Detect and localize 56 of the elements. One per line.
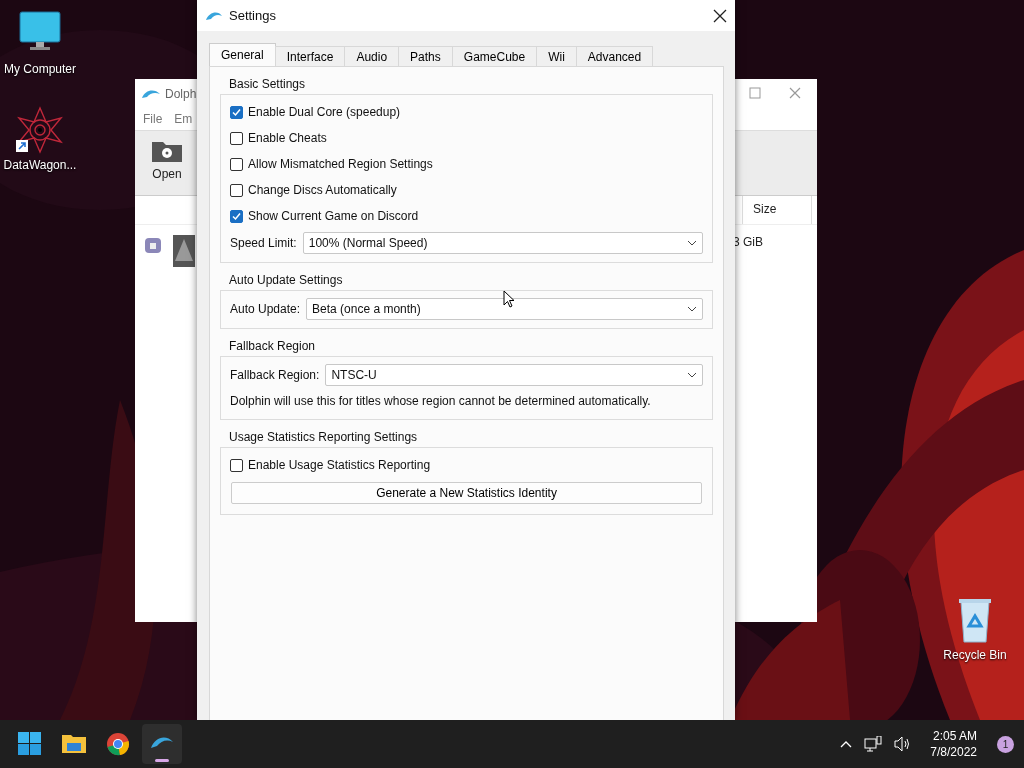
check-icon [232,107,241,117]
menu-item[interactable]: Em [174,112,193,126]
start-icon [18,732,42,756]
checkbox-label[interactable]: Allow Mismatched Region Settings [248,157,433,171]
desktop-icon-label[interactable]: DataWagon... [3,158,77,172]
check-icon [232,211,241,221]
browser-icon [106,732,130,756]
checkbox[interactable] [230,458,243,472]
checkbox[interactable] [230,157,243,171]
pointer-icon [503,290,515,308]
disc-folder-icon [151,139,183,163]
generate-button[interactable]: Generate a New Statistics Identity [231,482,702,504]
checkbox-label[interactable]: Enable Dual Core (speedup) [248,105,401,119]
chevron-up-icon[interactable] [840,740,853,748]
field-label: Fallback Region: [230,367,320,382]
game-cover-icon [173,235,195,267]
chevron-down-icon [687,371,697,378]
desktop-icon-label[interactable]: My Computer [4,62,76,76]
group-title: Auto Update Settings [228,273,344,289]
dropdown[interactable]: Beta (once a month) [306,297,703,320]
star-icon [16,106,64,154]
toolbar-label[interactable]: Open [152,167,182,181]
checkbox-label[interactable]: Enable Cheats [248,131,327,145]
group-title: Usage Statistics Reporting Settings [228,430,419,446]
checkbox-label[interactable]: Change Discs Automatically [248,183,397,197]
window-title: Dolph [165,86,197,101]
checkbox-label[interactable]: Enable Usage Statistics Reporting [248,458,431,472]
checkbox-label[interactable]: Show Current Game on Discord [248,209,419,223]
tab[interactable]: Advanced [575,46,654,66]
network-icon[interactable] [864,736,883,752]
chevron-down-icon [687,305,697,312]
group-title: Fallback Region [228,339,317,355]
chevron-down-icon [687,239,697,246]
tab[interactable]: General [209,43,276,66]
help-text: Dolphin will use this for titles whose region cannot be determined automatically. [230,393,651,408]
clock-date[interactable]: 7/8/2022 [930,745,977,759]
checkbox[interactable] [230,209,243,223]
field-label: Speed Limit: [230,235,297,250]
checkbox[interactable] [230,183,243,197]
checkbox[interactable] [230,105,243,119]
tab[interactable]: Interface [274,46,346,66]
checkbox[interactable] [230,131,243,145]
folder-icon [62,732,86,756]
clock-time[interactable]: 2:05 AM [932,729,977,743]
taskbar-button[interactable] [142,724,182,764]
field-label: Auto Update: [230,301,301,316]
menu-item[interactable]: File [143,112,163,126]
column-header[interactable]: Size [742,196,812,224]
cube-icon [143,235,163,255]
desktop-icon-label[interactable]: Recycle Bin [943,648,1007,662]
dropdown[interactable]: 100% (Normal Speed) [302,231,703,254]
dropdown[interactable]: NTSC-U [325,363,703,386]
window-title: Settings [229,8,276,23]
group-title: Basic Settings [228,77,307,93]
notification-badge[interactable]: 1 [997,735,1014,753]
close-icon[interactable] [713,8,727,23]
